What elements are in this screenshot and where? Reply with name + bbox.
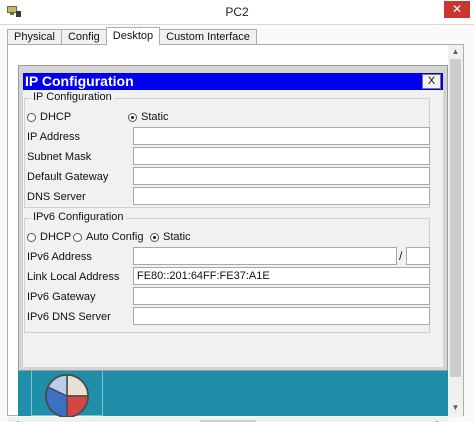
window-title: PC2 [225,5,249,19]
ipv6-group-title: IPv6 Configuration [31,211,126,223]
ipv4-dhcp-radio[interactable] [27,112,36,122]
dialog-title: IP Configuration [25,73,134,89]
ipv6-address-field[interactable] [133,247,397,265]
ipv4-group-title: IP Configuration [31,91,114,103]
dns-server-field[interactable] [133,187,430,205]
ipv6-dhcp-radio[interactable] [27,232,36,242]
ipv6-static-label: Static [163,231,191,243]
ipv6-auto-config-label: Auto Config [86,231,144,243]
ipv4-dhcp-option[interactable]: DHCP [27,111,71,123]
ipv4-static-label: Static [141,111,169,123]
title-bar: PC2 ✕ [0,0,474,24]
window-close-button[interactable]: ✕ [444,1,470,18]
dialog-header: IP Configuration X [23,73,443,90]
ipv6-gateway-label: IPv6 Gateway [27,291,96,303]
tab-config[interactable]: Config [60,29,107,45]
ipv6-auto-config-radio[interactable] [73,232,82,242]
scroll-up-icon[interactable]: ▲ [448,47,463,56]
tab-physical[interactable]: Physical [7,29,62,45]
tab-desktop[interactable]: Desktop [105,27,161,45]
desktop-area [18,364,456,417]
tab-custom-interface[interactable]: Custom Interface [159,29,257,45]
dns-server-label: DNS Server [27,191,86,203]
ipv6-auto-config-option[interactable]: Auto Config [73,231,143,243]
ipv6-prefix-length-field[interactable] [406,247,430,265]
vertical-scroll-thumb[interactable] [450,59,461,377]
ip-address-label: IP Address [27,131,80,143]
ip-address-field[interactable] [133,127,430,145]
ip-configuration-dialog: IP Configuration X IP Configuration DHCP… [18,65,448,371]
ipv6-dhcp-label: DHCP [40,231,72,243]
tab-bar: Physical Config Desktop Custom Interface [7,27,257,45]
ipv6-address-label: IPv6 Address [27,251,92,263]
ipv6-dns-server-field[interactable] [133,307,430,325]
ipv4-static-option[interactable]: Static [128,111,169,123]
dialog-content: IP Configuration X IP Configuration DHCP… [23,73,443,367]
ipv6-static-radio[interactable] [150,232,159,242]
ipv4-dhcp-label: DHCP [40,111,72,123]
ipv4-static-radio[interactable] [128,112,137,122]
horizontal-scrollbar[interactable]: ◀ ▶ [8,417,448,422]
default-gateway-label: Default Gateway [27,171,109,183]
ipv4-config-group: IP Configuration DHCP Static IP Address … [24,91,430,208]
vertical-scrollbar[interactable]: ▲ ▼ [448,45,463,417]
default-gateway-field[interactable] [133,167,430,185]
ip-configuration-pie-icon [45,374,89,417]
window-body: Physical Config Desktop Custom Interface [0,24,474,422]
link-local-address-label: Link Local Address [27,271,120,283]
ipv6-config-group: IPv6 Configuration DHCP Auto Config Stat… [24,211,430,333]
desktop-tab-panel: IP Configuration X IP Configuration DHCP… [7,44,464,422]
desktop-app-ip-configuration[interactable] [31,364,103,417]
ipv6-dns-server-label: IPv6 DNS Server [27,311,111,323]
scroll-down-icon[interactable]: ▼ [448,403,463,412]
ipv6-dhcp-option[interactable]: DHCP [27,231,71,243]
dialog-close-button[interactable]: X [422,74,441,89]
prefix-separator: / [399,249,403,263]
subnet-mask-label: Subnet Mask [27,151,92,163]
subnet-mask-field[interactable] [133,147,430,165]
ipv6-gateway-field[interactable] [133,287,430,305]
ipv6-static-option[interactable]: Static [150,231,191,243]
link-local-address-field[interactable] [133,267,430,285]
